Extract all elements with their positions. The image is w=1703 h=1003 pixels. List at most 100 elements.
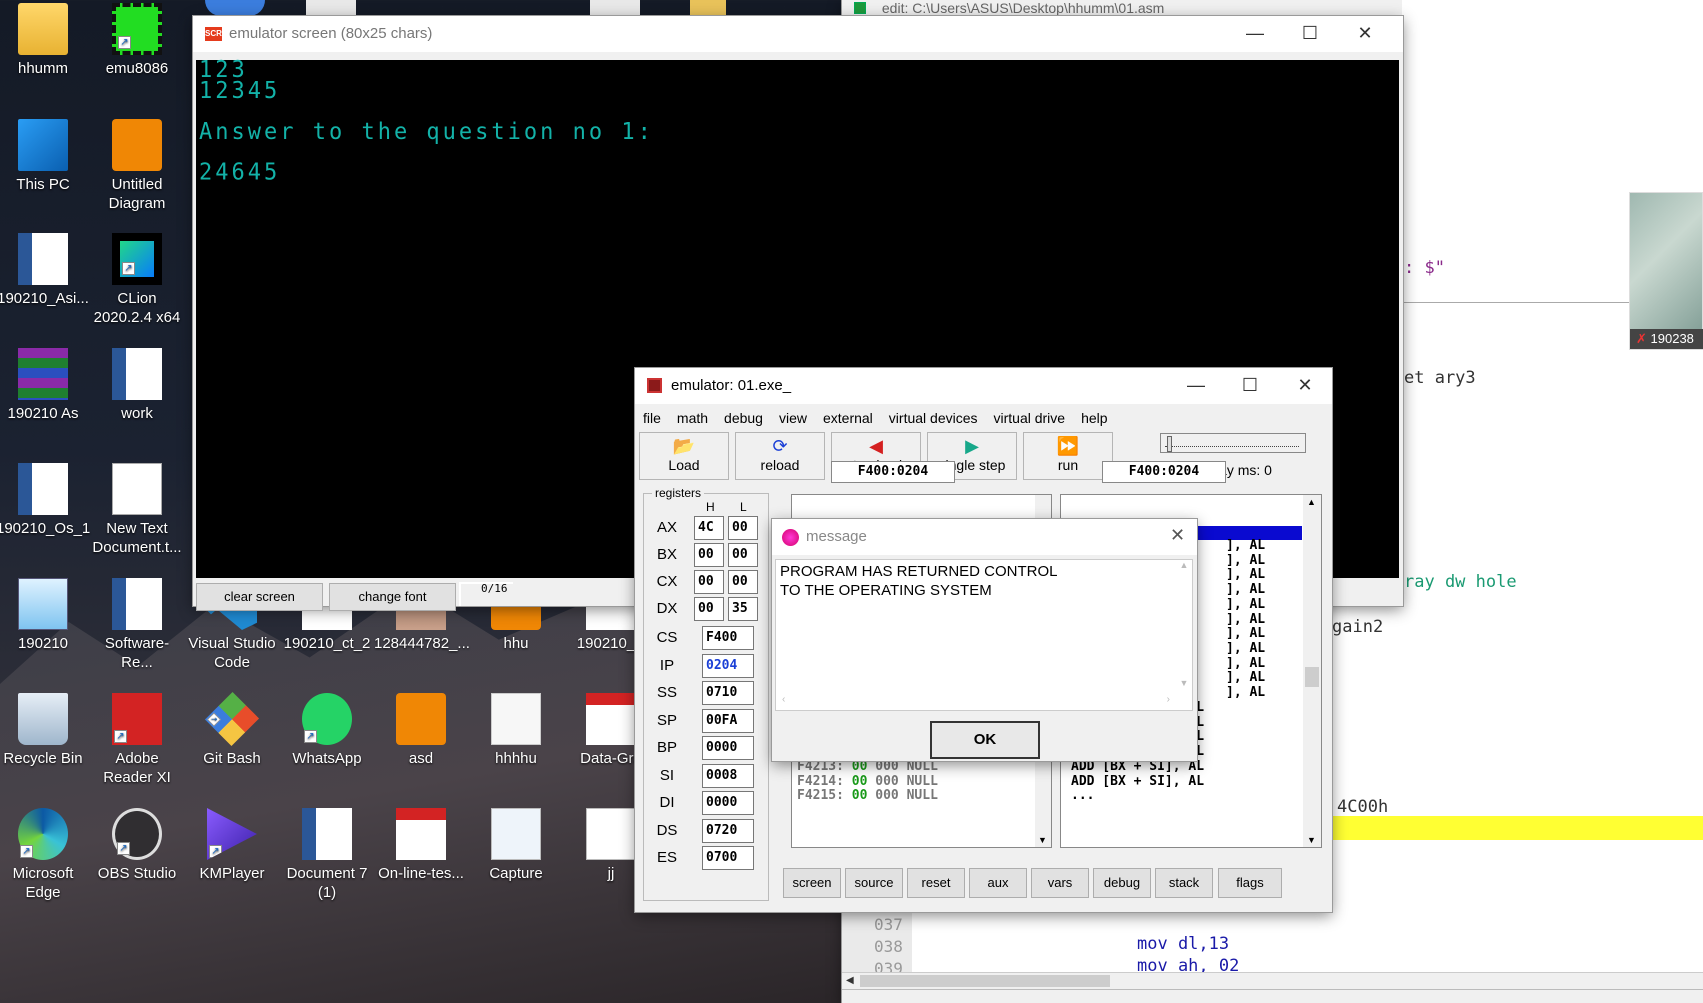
memory-address: F4214:	[797, 773, 844, 789]
message-text-area[interactable]: PROGRAM HAS RETURNED CONTROL TO THE OPER…	[775, 559, 1193, 711]
message-vscrollbar[interactable]: ▲ ▼	[1176, 560, 1192, 694]
desktop-icon-label: CLion 2020.2.4 x64	[93, 290, 181, 326]
current-line-highlight	[1332, 816, 1703, 840]
register-low-byte[interactable]: 00	[728, 543, 758, 567]
menu-debug[interactable]: debug	[724, 410, 763, 426]
register-value[interactable]: 0008	[702, 763, 754, 788]
desktop-icon[interactable]: Recycle Bin	[0, 693, 90, 768]
emu8086-chip-icon: ↗	[112, 3, 162, 55]
desktop-icon[interactable]: ↗ Microsoft Edge	[0, 808, 90, 902]
memory-address-input[interactable]: F400:0204	[831, 461, 955, 483]
flags-button[interactable]: flags	[1218, 868, 1282, 898]
register-value[interactable]: 0710	[702, 681, 754, 705]
debug-button[interactable]: debug	[1093, 868, 1151, 898]
message-hscrollbar[interactable]: ‹ ›	[776, 694, 1176, 710]
run-button[interactable]: ⏩ run	[1023, 432, 1113, 480]
memory-hex: 00	[851, 788, 868, 804]
desktop-icon[interactable]: ↗ OBS Studio	[90, 808, 184, 883]
desktop-icon[interactable]: Capture	[469, 808, 563, 883]
menu-math[interactable]: math	[677, 410, 708, 426]
close-icon[interactable]: ✕	[1278, 368, 1332, 402]
desktop-icon[interactable]: New Text Document.t...	[90, 463, 184, 557]
minimize-icon[interactable]: —	[1169, 368, 1223, 402]
partial-document-icon	[590, 0, 640, 16]
reload-button[interactable]: ⟳ reload	[735, 432, 825, 480]
page-slider[interactable]: 0/16	[459, 582, 513, 606]
disasm-address-input[interactable]: F400:0204	[1102, 461, 1226, 483]
emulator-titlebar[interactable]: emulator: 01.exe_ — ☐ ✕	[635, 368, 1332, 404]
menu-external[interactable]: external	[823, 410, 873, 426]
register-low-byte[interactable]: 00	[728, 516, 758, 540]
word-document-icon	[18, 233, 68, 285]
desktop-icon[interactable]: 190210	[0, 578, 90, 653]
register-value[interactable]: 00FA	[702, 708, 754, 733]
desktop-icon[interactable]: work	[90, 348, 184, 423]
desktop-icon[interactable]: On-line-tes...	[374, 808, 468, 883]
ok-button[interactable]: OK	[930, 721, 1040, 759]
register-low-byte[interactable]: 35	[728, 597, 758, 621]
diagram-thumbnail-icon	[491, 693, 541, 745]
desktop-icon[interactable]: ↗ WhatsApp	[280, 693, 374, 768]
desktop-icon[interactable]: This PC	[0, 119, 90, 194]
close-icon[interactable]: ✕	[1338, 16, 1392, 50]
register-low-byte[interactable]: 00	[728, 570, 758, 594]
disasm-scrollbar[interactable]: ▲ ▼	[1303, 495, 1321, 847]
menu-virtual-devices[interactable]: virtual devices	[889, 410, 978, 426]
memory-row[interactable]: F4214: 00 000 NULL	[797, 773, 938, 790]
screen-titlebar[interactable]: SCR emulator screen (80x25 chars) — ☐ ✕	[193, 16, 1403, 52]
desktop-icon[interactable]: 190210 As	[0, 348, 90, 423]
source-button[interactable]: source	[845, 868, 903, 898]
menu-view[interactable]: view	[779, 410, 807, 426]
desktop-icon[interactable]: asd	[374, 693, 468, 768]
desktop-icon[interactable]: ↗ CLion 2020.2.4 x64	[90, 233, 184, 327]
menu-virtual-drive[interactable]: virtual drive	[994, 410, 1066, 426]
desktop-icon[interactable]: ↗ Adobe Reader XI	[90, 693, 184, 787]
register-value[interactable]: 0000	[702, 791, 754, 815]
memory-row[interactable]: F4215: 00 000 NULL	[797, 788, 938, 804]
minimize-icon[interactable]: —	[1228, 16, 1282, 50]
register-value[interactable]: 0204	[702, 653, 754, 678]
desktop-icon[interactable]: hhhhu	[469, 693, 563, 768]
register-high-byte[interactable]: 4C	[694, 516, 724, 540]
register-high-byte[interactable]: 00	[694, 570, 724, 594]
desktop-icon[interactable]: ↗ Git Bash	[185, 691, 279, 768]
clear-screen-button[interactable]: clear screen	[196, 583, 323, 611]
stack-button[interactable]: stack	[1155, 868, 1213, 898]
register-high-byte[interactable]: 00	[694, 543, 724, 567]
change-font-button[interactable]: change font	[329, 583, 456, 611]
menu-file[interactable]: file	[643, 410, 661, 426]
desktop-icon[interactable]: Software-Re...	[90, 578, 184, 672]
desktop-icon[interactable]: Untitled Diagram	[90, 119, 184, 213]
close-icon[interactable]: ✕	[1170, 525, 1185, 546]
desktop-icon-label: 190210	[17, 635, 69, 652]
step-delay-slider[interactable]	[1160, 433, 1306, 453]
vars-button[interactable]: vars	[1031, 868, 1089, 898]
desktop-icon-label: hhhhu	[495, 750, 537, 767]
instruction-row[interactable]: ADD [BX + SI], AL	[1071, 759, 1204, 775]
memory-row[interactable]: F4213: 00 000 NULL	[797, 759, 938, 775]
screen-button[interactable]: screen	[783, 868, 841, 898]
desktop-icon[interactable]: 190210_Asi...	[0, 233, 90, 308]
maximize-icon[interactable]: ☐	[1223, 368, 1277, 402]
reset-button[interactable]: reset	[907, 868, 965, 898]
desktop-icon[interactable]: hhumm	[0, 3, 90, 78]
maximize-icon[interactable]: ☐	[1283, 16, 1337, 50]
message-titlebar[interactable]: message ✕	[772, 519, 1197, 555]
desktop-icon[interactable]: Document 7 (1)	[280, 808, 374, 902]
register-value[interactable]: 0720	[702, 818, 754, 843]
Load-button[interactable]: 📂 Load	[639, 432, 729, 480]
register-name: DI	[659, 794, 675, 811]
register-value[interactable]: 0000	[702, 736, 754, 760]
register-value[interactable]: 0700	[702, 846, 754, 870]
register-ax: AX 4C 00	[644, 516, 762, 540]
editor-hscrollbar[interactable]: ◀	[842, 972, 1703, 989]
instruction-row-tail: ], AL	[1226, 611, 1266, 627]
desktop-icon[interactable]: ↗ KMPlayer	[185, 808, 279, 883]
desktop-icon[interactable]: 190210_Os_1	[0, 463, 90, 538]
desktop-icon[interactable]: ↗ emu8086	[90, 3, 184, 78]
register-value[interactable]: F400	[702, 626, 754, 650]
instruction-row[interactable]: ADD [BX + SI], AL	[1071, 774, 1204, 790]
menu-help[interactable]: help	[1081, 410, 1107, 426]
aux-button[interactable]: aux	[969, 868, 1027, 898]
register-high-byte[interactable]: 00	[694, 597, 724, 621]
